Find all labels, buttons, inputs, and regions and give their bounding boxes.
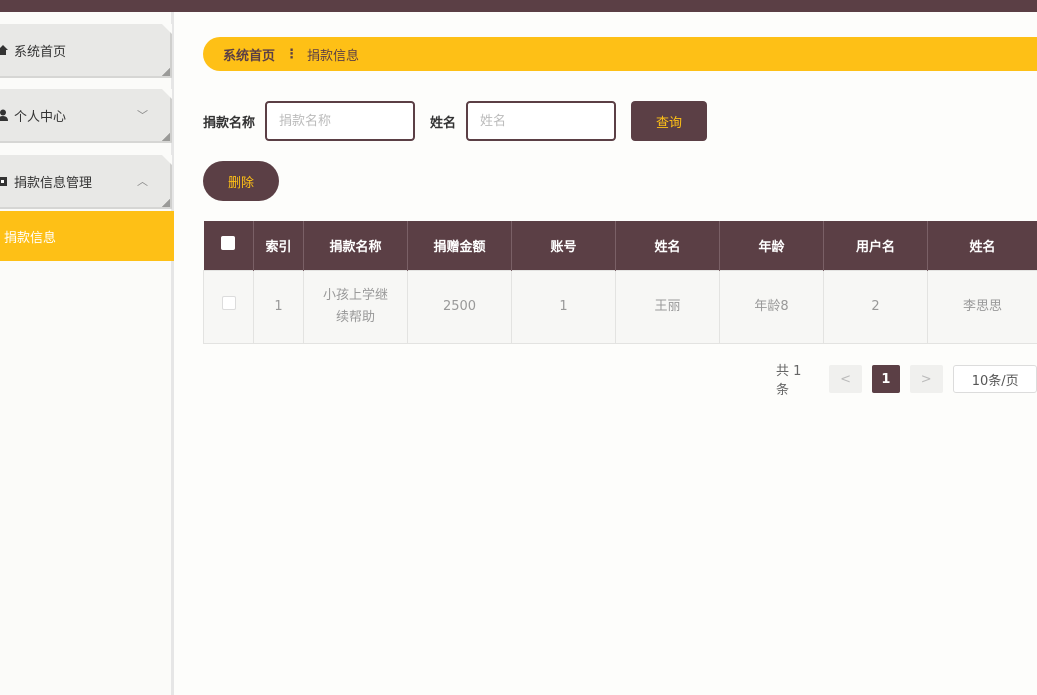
breadcrumb-current: 捐款信息 bbox=[307, 48, 360, 64]
cell-age: 年龄8 bbox=[719, 269, 824, 344]
cell-amount: 2500 bbox=[407, 269, 512, 344]
cell-index: 1 bbox=[253, 269, 304, 344]
chevron-up-icon: ︿ bbox=[137, 175, 148, 188]
query-button[interactable]: 查询 bbox=[631, 101, 708, 141]
header-index: 索引 bbox=[253, 221, 304, 270]
corner-decoration bbox=[162, 133, 170, 141]
main-content: 系统首页 ⋮ 捐款信息 捐款名称 姓名 查询 删除 索引 捐款名称 捐赠金额 账… bbox=[177, 12, 1037, 695]
donation-name-input[interactable] bbox=[265, 101, 416, 141]
home-icon bbox=[0, 44, 8, 56]
pagination: 共 1 条 < 1 > 10条/页 bbox=[776, 364, 1037, 398]
box-icon bbox=[0, 175, 8, 187]
user-icon bbox=[0, 109, 8, 121]
cell-donation-name-line1: 小孩上学继 bbox=[322, 287, 388, 303]
sidebar-item-personal-center[interactable]: 个人中心 ﹀ bbox=[0, 89, 172, 143]
page-size-select[interactable]: 10条/页 bbox=[952, 365, 1037, 393]
breadcrumb-separator: ⋮ bbox=[285, 46, 298, 62]
select-all-cell bbox=[203, 221, 254, 270]
header-name2: 姓名 bbox=[927, 221, 1037, 270]
next-page-button[interactable]: > bbox=[909, 365, 943, 393]
cell-account: 1 bbox=[511, 269, 616, 344]
row-checkbox[interactable] bbox=[221, 295, 236, 310]
table-row[interactable]: 1 小孩上学继 续帮助 2500 1 王丽 年龄8 2 李思思 bbox=[203, 269, 1037, 344]
cell-username: 2 bbox=[823, 269, 928, 344]
table-header-row: 索引 捐款名称 捐赠金额 账号 姓名 年龄 用户名 姓名 bbox=[203, 221, 1037, 270]
select-all-checkbox[interactable] bbox=[221, 236, 236, 251]
header-amount: 捐赠金额 bbox=[407, 221, 512, 270]
pagination-total: 共 1 条 bbox=[776, 364, 802, 398]
prev-page-button[interactable]: < bbox=[829, 365, 863, 393]
cell-donation-name: 小孩上学继 续帮助 bbox=[303, 269, 408, 344]
sidebar-item-label: 系统首页 bbox=[14, 44, 67, 60]
sidebar-subitem-donation-info[interactable]: 捐款信息 bbox=[0, 211, 174, 261]
corner-decoration bbox=[162, 199, 170, 207]
sidebar-item-home[interactable]: 系统首页 bbox=[0, 24, 172, 78]
cell-person: 王丽 bbox=[615, 269, 720, 344]
cell-donation-name-line2: 续帮助 bbox=[335, 309, 375, 325]
search-bar: 捐款名称 姓名 查询 bbox=[203, 101, 708, 141]
header-person: 姓名 bbox=[615, 221, 720, 270]
page-1-button[interactable]: 1 bbox=[872, 365, 900, 393]
row-select-cell bbox=[203, 269, 254, 344]
person-name-label: 姓名 bbox=[430, 115, 457, 131]
sidebar-item-donation-management[interactable]: 捐款信息管理 ︿ bbox=[0, 155, 172, 209]
person-name-input[interactable] bbox=[466, 101, 617, 141]
sidebar-item-label: 捐款信息管理 bbox=[14, 175, 93, 191]
donation-table: 索引 捐款名称 捐赠金额 账号 姓名 年龄 用户名 姓名 1 小孩上学继 续帮助… bbox=[203, 221, 1037, 344]
header-donation-name: 捐款名称 bbox=[303, 221, 408, 270]
header-age: 年龄 bbox=[719, 221, 824, 270]
donation-name-label: 捐款名称 bbox=[203, 115, 256, 131]
sidebar-item-label: 个人中心 bbox=[14, 109, 67, 125]
breadcrumb-home[interactable]: 系统首页 bbox=[223, 45, 275, 64]
top-bar bbox=[0, 0, 1037, 12]
header-account: 账号 bbox=[511, 221, 616, 270]
cell-name2: 李思思 bbox=[927, 269, 1037, 344]
header-username: 用户名 bbox=[823, 221, 928, 270]
sidebar: 系统首页 个人中心 ﹀ 捐款信息管理 ︿ 捐款信息 bbox=[0, 12, 174, 695]
chevron-down-icon: ﹀ bbox=[137, 109, 148, 122]
delete-button[interactable]: 删除 bbox=[203, 161, 279, 201]
corner-decoration bbox=[162, 68, 170, 76]
sidebar-subitem-label: 捐款信息 bbox=[4, 230, 57, 246]
breadcrumb: 系统首页 ⋮ 捐款信息 bbox=[203, 37, 1037, 71]
